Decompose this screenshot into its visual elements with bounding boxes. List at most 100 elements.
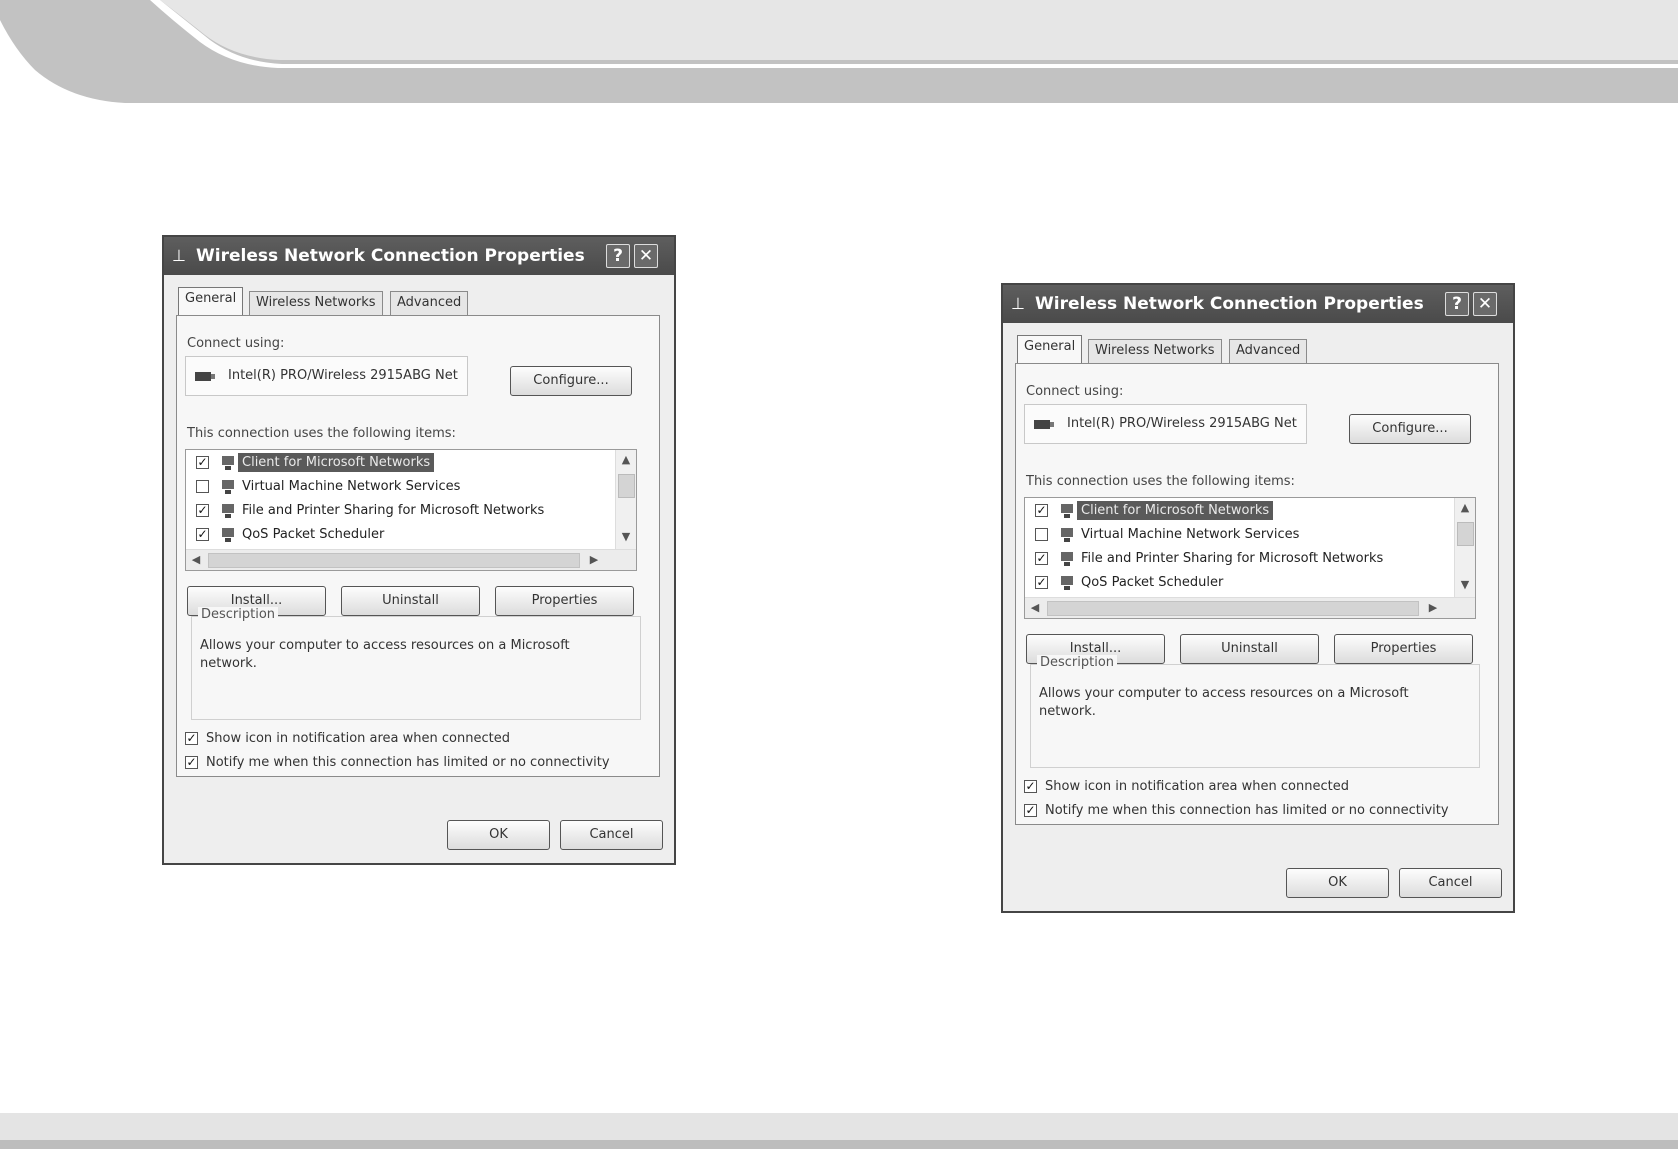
description-label: Description <box>1037 655 1118 670</box>
properties-button[interactable]: Properties <box>495 586 634 616</box>
adapter-name: Intel(R) PRO/Wireless 2915ABG Net <box>228 368 458 383</box>
show-icon-option[interactable]: ✓ Show icon in notification area when co… <box>185 729 625 749</box>
notify-option[interactable]: ✓ Notify me when this connection has lim… <box>1024 801 1464 821</box>
network-service-icon <box>1061 552 1073 566</box>
item-checkbox[interactable]: ✓ <box>1035 552 1048 565</box>
network-icon: ⊥ <box>172 246 186 265</box>
network-adapter-icon <box>1034 420 1054 429</box>
vertical-scrollbar[interactable]: ▲ ▼ <box>1454 498 1475 598</box>
properties-button[interactable]: Properties <box>1334 634 1473 664</box>
item-label: Virtual Machine Network Services <box>242 479 461 494</box>
description-text: Allows your computer to access resources… <box>1039 686 1409 719</box>
description-group: Description Allows your computer to acce… <box>191 607 641 720</box>
item-checkbox[interactable]: ✓ <box>1035 576 1048 589</box>
connect-using-label: Connect using: <box>1026 384 1124 399</box>
show-icon-option[interactable]: ✓ Show icon in notification area when co… <box>1024 777 1464 797</box>
page-footer-band <box>0 1113 1678 1140</box>
notify-option[interactable]: ✓ Notify me when this connection has lim… <box>185 753 625 773</box>
tab-general[interactable]: General <box>1017 335 1083 363</box>
adapter-box: Intel(R) PRO/Wireless 2915ABG Net <box>1024 404 1307 444</box>
ok-button[interactable]: OK <box>447 820 550 850</box>
dialog-title: Wireless Network Connection Properties <box>1035 294 1424 314</box>
items-label: This connection uses the following items… <box>1026 474 1295 489</box>
description-text: Allows your computer to access resources… <box>200 638 570 671</box>
close-button[interactable]: ✕ <box>634 244 658 268</box>
scroll-thumb[interactable] <box>1457 522 1474 546</box>
notify-checkbox[interactable]: ✓ <box>1024 804 1037 817</box>
item-checkbox[interactable] <box>1035 528 1048 541</box>
scroll-up-icon[interactable]: ▲ <box>616 453 636 466</box>
connect-using-label: Connect using: <box>187 336 285 351</box>
list-item[interactable]: ✓ File and Printer Sharing for Microsoft… <box>1031 548 1431 570</box>
list-item[interactable]: ✓ Client for Microsoft Networks <box>192 452 592 474</box>
item-label: Client for Microsoft Networks <box>238 453 435 472</box>
item-label: Virtual Machine Network Services <box>1081 527 1300 542</box>
list-item[interactable]: Virtual Machine Network Services <box>1031 524 1431 546</box>
adapter-box: Intel(R) PRO/Wireless 2915ABG Net <box>185 356 468 396</box>
close-button[interactable]: ✕ <box>1473 292 1497 316</box>
horizontal-scrollbar[interactable]: ◀ ▶ <box>1025 597 1475 618</box>
item-checkbox[interactable]: ✓ <box>1035 504 1048 517</box>
scroll-left-icon[interactable]: ◀ <box>1025 601 1045 614</box>
item-checkbox[interactable] <box>196 480 209 493</box>
network-service-icon <box>222 480 234 494</box>
tab-wireless-networks[interactable]: Wireless Networks <box>1088 339 1222 363</box>
vertical-scrollbar[interactable]: ▲ ▼ <box>615 450 636 550</box>
uninstall-button[interactable]: Uninstall <box>1180 634 1319 664</box>
item-label: QoS Packet Scheduler <box>242 527 385 542</box>
network-icon: ⊥ <box>1011 294 1025 313</box>
tab-wireless-networks[interactable]: Wireless Networks <box>249 291 383 315</box>
title-bar[interactable]: ⊥ Wireless Network Connection Properties… <box>1003 285 1513 323</box>
uninstall-button[interactable]: Uninstall <box>341 586 480 616</box>
item-checkbox[interactable]: ✓ <box>196 528 209 541</box>
scroll-up-icon[interactable]: ▲ <box>1455 501 1475 514</box>
list-item[interactable]: ✓ Client for Microsoft Networks <box>1031 500 1431 522</box>
network-protocol-icon <box>1061 576 1073 590</box>
list-item[interactable]: Virtual Machine Network Services <box>192 476 592 498</box>
components-list[interactable]: ✓ Client for Microsoft Networks Virtual … <box>185 449 637 571</box>
scroll-down-icon[interactable]: ▼ <box>616 530 636 543</box>
scroll-right-icon[interactable]: ▶ <box>584 553 604 566</box>
scroll-left-icon[interactable]: ◀ <box>186 553 206 566</box>
page-footer-rule <box>0 1140 1678 1149</box>
help-button[interactable]: ? <box>606 244 630 268</box>
scroll-thumb[interactable] <box>618 474 635 498</box>
scroll-down-icon[interactable]: ▼ <box>1455 578 1475 591</box>
show-icon-checkbox[interactable]: ✓ <box>185 732 198 745</box>
cancel-button[interactable]: Cancel <box>1399 868 1502 898</box>
configure-button[interactable]: Configure... <box>1349 414 1471 444</box>
show-icon-checkbox[interactable]: ✓ <box>1024 780 1037 793</box>
network-client-icon <box>1061 504 1073 518</box>
general-tab-panel: Connect using: Intel(R) PRO/Wireless 291… <box>1015 363 1499 825</box>
help-button[interactable]: ? <box>1445 292 1469 316</box>
tab-advanced[interactable]: Advanced <box>390 291 469 315</box>
network-service-icon <box>222 504 234 518</box>
item-label: File and Printer Sharing for Microsoft N… <box>1081 551 1384 566</box>
network-protocol-icon <box>222 528 234 542</box>
title-bar[interactable]: ⊥ Wireless Network Connection Properties… <box>164 237 674 275</box>
item-checkbox[interactable]: ✓ <box>196 504 209 517</box>
notify-label: Notify me when this connection has limit… <box>206 755 610 770</box>
show-icon-label: Show icon in notification area when conn… <box>1045 779 1349 794</box>
scroll-right-icon[interactable]: ▶ <box>1423 601 1443 614</box>
horizontal-scrollbar[interactable]: ◀ ▶ <box>186 549 636 570</box>
properties-dialog: ⊥ Wireless Network Connection Properties… <box>1001 283 1515 913</box>
network-adapter-icon <box>195 372 215 381</box>
scroll-thumb[interactable] <box>1047 601 1419 616</box>
configure-button[interactable]: Configure... <box>510 366 632 396</box>
description-label: Description <box>198 607 279 622</box>
list-item[interactable]: ✓ QoS Packet Scheduler <box>192 524 592 546</box>
list-item[interactable]: ✓ File and Printer Sharing for Microsoft… <box>192 500 592 522</box>
cancel-button[interactable]: Cancel <box>560 820 663 850</box>
components-list[interactable]: ✓ Client for Microsoft Networks Virtual … <box>1024 497 1476 619</box>
tab-general[interactable]: General <box>178 287 244 315</box>
item-checkbox[interactable]: ✓ <box>196 456 209 469</box>
notify-checkbox[interactable]: ✓ <box>185 756 198 769</box>
adapter-name: Intel(R) PRO/Wireless 2915ABG Net <box>1067 416 1297 431</box>
notify-label: Notify me when this connection has limit… <box>1045 803 1449 818</box>
tab-advanced[interactable]: Advanced <box>1229 339 1308 363</box>
ok-button[interactable]: OK <box>1286 868 1389 898</box>
list-item[interactable]: ✓ QoS Packet Scheduler <box>1031 572 1431 594</box>
scroll-thumb[interactable] <box>208 553 580 568</box>
items-label: This connection uses the following items… <box>187 426 456 441</box>
